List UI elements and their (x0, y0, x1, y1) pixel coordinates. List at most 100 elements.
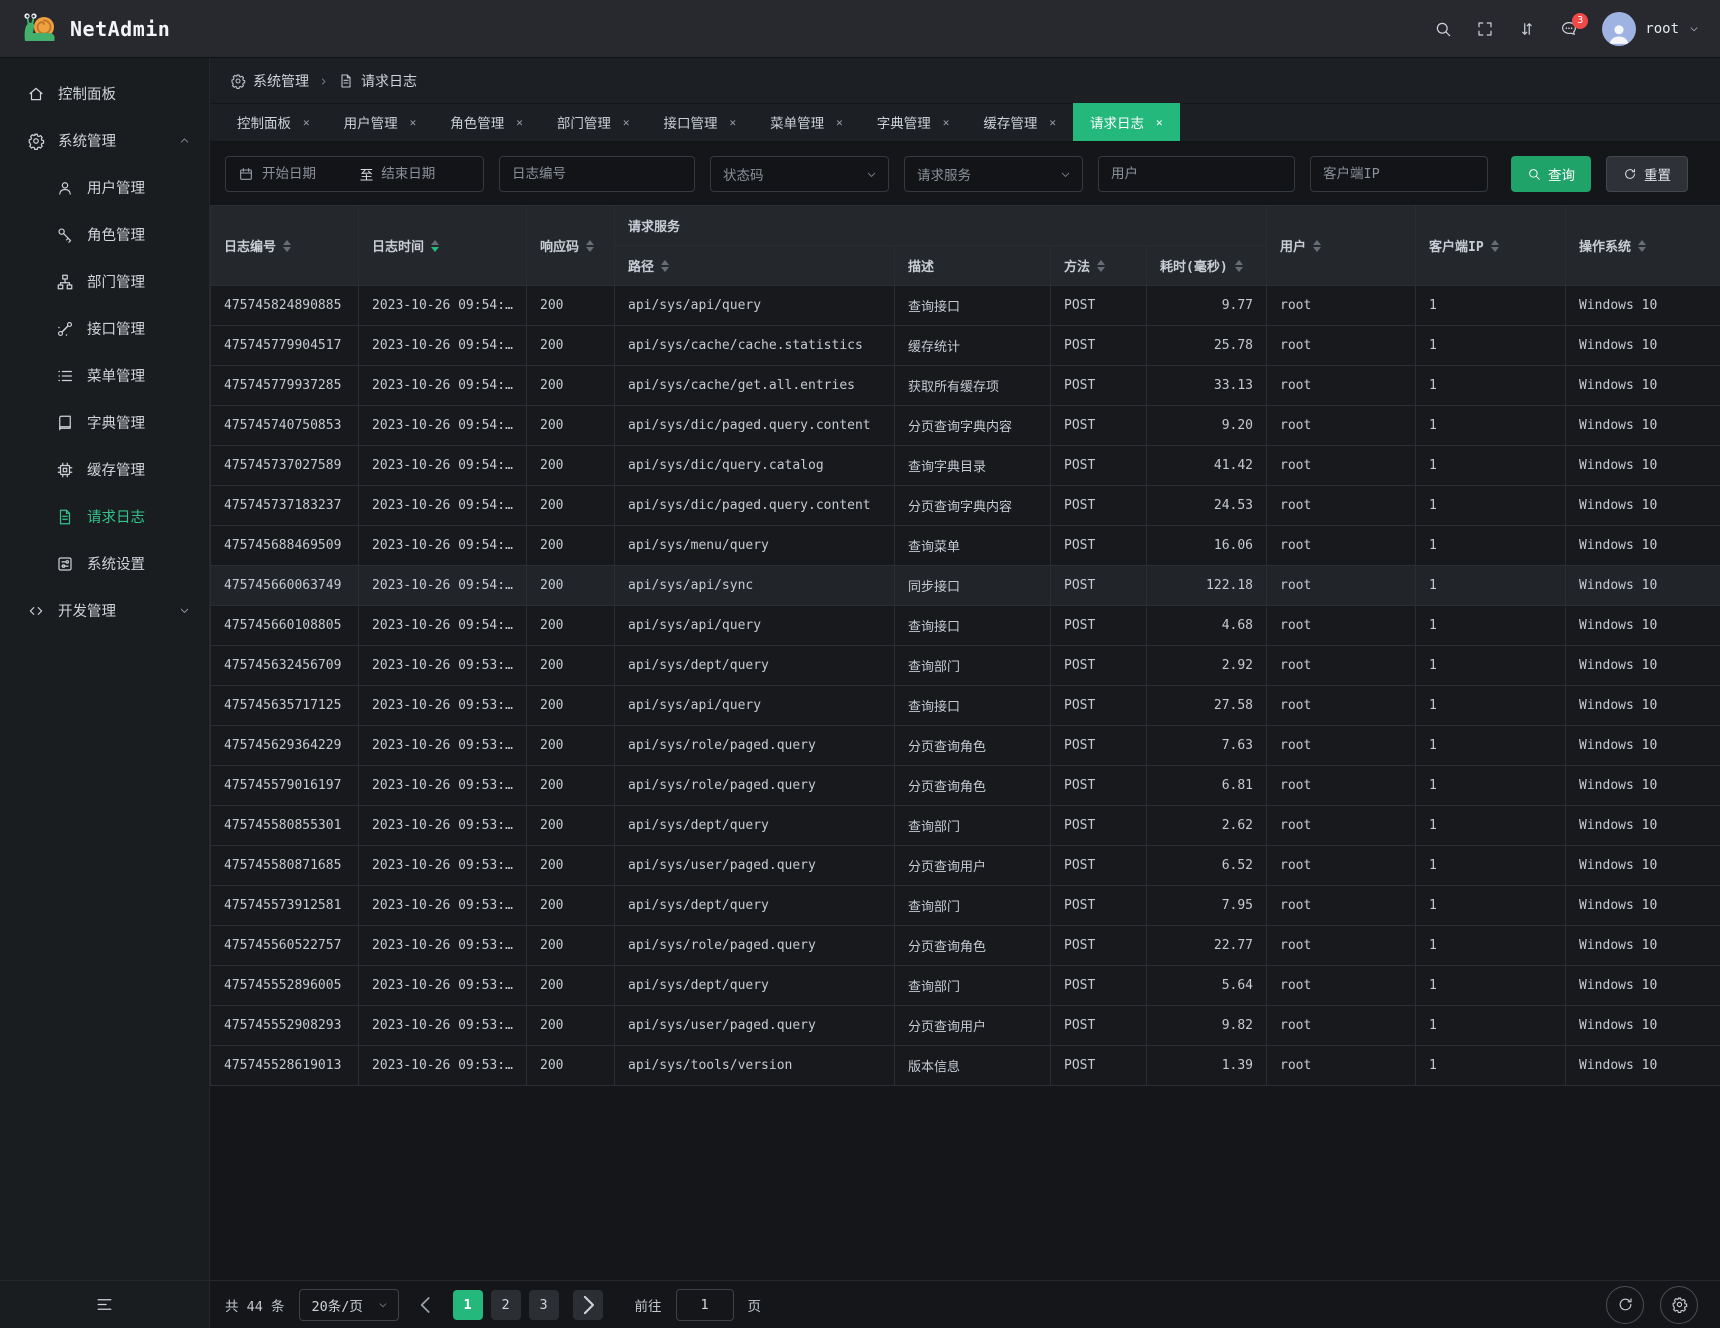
tab-dict-management[interactable]: 字典管理 ✕ (860, 103, 967, 141)
brand[interactable]: NetAdmin (20, 11, 170, 47)
table-row[interactable]: 475745688469509 2023-10-26 09:54:11 200 … (211, 526, 1720, 566)
prev-page-button[interactable] (413, 1290, 439, 1320)
sidebar-item-api-management[interactable]: 接口管理 (0, 305, 209, 352)
col-header-os[interactable]: 操作系统 (1566, 206, 1720, 286)
col-header-log-id[interactable]: 日志编号 (211, 206, 359, 286)
sidebar-item-system-management[interactable]: 系统管理 (0, 117, 209, 164)
messages-icon[interactable]: 3 (1560, 20, 1578, 38)
close-icon[interactable]: ✕ (1049, 116, 1056, 129)
tab-menu-management[interactable]: 菜单管理 ✕ (753, 103, 860, 141)
cell-path: api/sys/tools/version (615, 1046, 895, 1086)
close-icon[interactable]: ✕ (623, 116, 630, 129)
avatar (1602, 12, 1636, 46)
next-page-button[interactable] (573, 1290, 603, 1320)
page-button-2[interactable]: 2 (491, 1290, 521, 1320)
table-row[interactable]: 475745560522757 2023-10-26 09:53:40 200 … (211, 926, 1720, 966)
table-row[interactable]: 475745635717125 2023-10-26 09:53:58 200 … (211, 686, 1720, 726)
sidebar-item-dev-management[interactable]: 开发管理 (0, 587, 209, 634)
search-icon[interactable] (1434, 20, 1452, 38)
cell-log-id: 475745779937285 (211, 366, 359, 406)
tab-dashboard[interactable]: 控制面板 ✕ (220, 103, 327, 141)
reload-button[interactable] (1606, 1286, 1644, 1324)
service-select[interactable]: 请求服务 (904, 156, 1083, 192)
cell-status-code: 200 (527, 766, 615, 806)
table-row[interactable]: 475745824890885 2023-10-26 09:54:45 200 … (211, 286, 1720, 326)
col-header-elapsed[interactable]: 耗时(毫秒) (1147, 246, 1267, 286)
cell-client-ip: 1 (1416, 286, 1566, 326)
tab-request-log[interactable]: 请求日志 ✕ (1073, 103, 1180, 141)
settings-button[interactable] (1660, 1286, 1698, 1324)
table-row[interactable]: 475745552908293 2023-10-26 09:53:38 200 … (211, 1006, 1720, 1046)
tab-api-management[interactable]: 接口管理 ✕ (647, 103, 754, 141)
sidebar-item-menu-management[interactable]: 菜单管理 (0, 352, 209, 399)
close-icon[interactable]: ✕ (943, 116, 950, 129)
table-row[interactable]: 475745737027589 2023-10-26 09:54:23 200 … (211, 446, 1720, 486)
start-date-input[interactable] (262, 166, 352, 182)
tab-role-management[interactable]: 角色管理 ✕ (433, 103, 540, 141)
table-row[interactable]: 475745737183237 2023-10-26 09:54:23 200 … (211, 486, 1720, 526)
table-row[interactable]: 475745580855301 2023-10-26 09:53:45 200 … (211, 806, 1720, 846)
sidebar-item-dept-management[interactable]: 部门管理 (0, 258, 209, 305)
breadcrumb-system[interactable]: 系统管理 (230, 71, 309, 91)
col-header-method[interactable]: 方法 (1051, 246, 1147, 286)
sidebar-item-dict-management[interactable]: 字典管理 (0, 399, 209, 446)
col-header-log-time[interactable]: 日志时间 (359, 206, 527, 286)
table-row[interactable]: 475745660063749 2023-10-26 09:54:04 200 … (211, 566, 1720, 606)
table-row[interactable]: 475745660108805 2023-10-26 09:54:04 200 … (211, 606, 1720, 646)
table-row[interactable]: 475745779904517 2023-10-26 09:54:34 200 … (211, 326, 1720, 366)
table-row[interactable]: 475745579016197 2023-10-26 09:53:45 200 … (211, 766, 1720, 806)
col-header-status[interactable]: 响应码 (527, 206, 615, 286)
close-icon[interactable]: ✕ (730, 116, 737, 129)
goto-page-input[interactable] (677, 1290, 733, 1320)
cell-log-time: 2023-10-26 09:53:58 (359, 646, 527, 686)
sidebar-item-system-settings[interactable]: 系统设置 (0, 540, 209, 587)
table-row[interactable]: 475745552896005 2023-10-26 09:53:38 200 … (211, 966, 1720, 1006)
sidebar-item-role-management[interactable]: 角色管理 (0, 211, 209, 258)
table-row[interactable]: 475745632456709 2023-10-26 09:53:58 200 … (211, 646, 1720, 686)
user-input[interactable] (1111, 166, 1282, 182)
fullscreen-icon[interactable] (1476, 20, 1494, 38)
tab-cache-management[interactable]: 缓存管理 ✕ (966, 103, 1073, 141)
cell-status-code: 200 (527, 846, 615, 886)
tab-user-management[interactable]: 用户管理 ✕ (327, 103, 434, 141)
tab-dept-management[interactable]: 部门管理 ✕ (540, 103, 647, 141)
cell-client-ip: 1 (1416, 726, 1566, 766)
sidebar-item-cache-management[interactable]: 缓存管理 (0, 446, 209, 493)
close-icon[interactable]: ✕ (516, 116, 523, 129)
end-date-input[interactable] (381, 166, 471, 182)
table-row[interactable]: 475745629364229 2023-10-26 09:53:57 200 … (211, 726, 1720, 766)
col-header-path[interactable]: 路径 (615, 246, 895, 286)
table-row[interactable]: 475745740750853 2023-10-26 09:54:24 200 … (211, 406, 1720, 446)
close-icon[interactable]: ✕ (836, 116, 843, 129)
cell-log-time: 2023-10-26 09:54:23 (359, 446, 527, 486)
collapse-sidebar-icon[interactable] (95, 1295, 114, 1314)
cell-status-code: 200 (527, 486, 615, 526)
search-button[interactable]: 查询 (1511, 156, 1591, 192)
table-row[interactable]: 475745580871685 2023-10-26 09:53:45 200 … (211, 846, 1720, 886)
pagination-bar: 共 44 条 20条/页 123 前往 页 (210, 1280, 1720, 1328)
table-row[interactable]: 475745528619013 2023-10-26 09:53:32 200 … (211, 1046, 1720, 1086)
page-button-3[interactable]: 3 (529, 1290, 559, 1320)
status-code-select[interactable]: 状态码 (710, 156, 889, 192)
table-row[interactable]: 475745779937285 2023-10-26 09:54:34 200 … (211, 366, 1720, 406)
client-ip-input[interactable] (1323, 166, 1475, 182)
close-icon[interactable]: ✕ (303, 116, 310, 129)
close-icon[interactable]: ✕ (410, 116, 417, 129)
date-range-picker[interactable]: 至 (225, 156, 484, 192)
user-menu[interactable]: root (1602, 12, 1700, 46)
cell-os: Windows 10 (1566, 886, 1720, 926)
page-button-1[interactable]: 1 (453, 1290, 483, 1320)
col-header-client-ip[interactable]: 客户端IP (1416, 206, 1566, 286)
cell-client-ip: 1 (1416, 686, 1566, 726)
col-header-user[interactable]: 用户 (1267, 206, 1416, 286)
cell-description: 查询字典目录 (895, 446, 1051, 486)
sidebar-item-request-log[interactable]: 请求日志 (0, 493, 209, 540)
close-icon[interactable]: ✕ (1156, 116, 1163, 129)
log-id-input[interactable] (512, 166, 682, 182)
table-row[interactable]: 475745573912581 2023-10-26 09:53:43 200 … (211, 886, 1720, 926)
switch-columns-icon[interactable] (1518, 20, 1536, 38)
sidebar-item-dashboard[interactable]: 控制面板 (0, 70, 209, 117)
sidebar-item-user-management[interactable]: 用户管理 (0, 164, 209, 211)
reset-button[interactable]: 重置 (1606, 156, 1688, 192)
page-size-select[interactable]: 20条/页 (299, 1289, 399, 1321)
